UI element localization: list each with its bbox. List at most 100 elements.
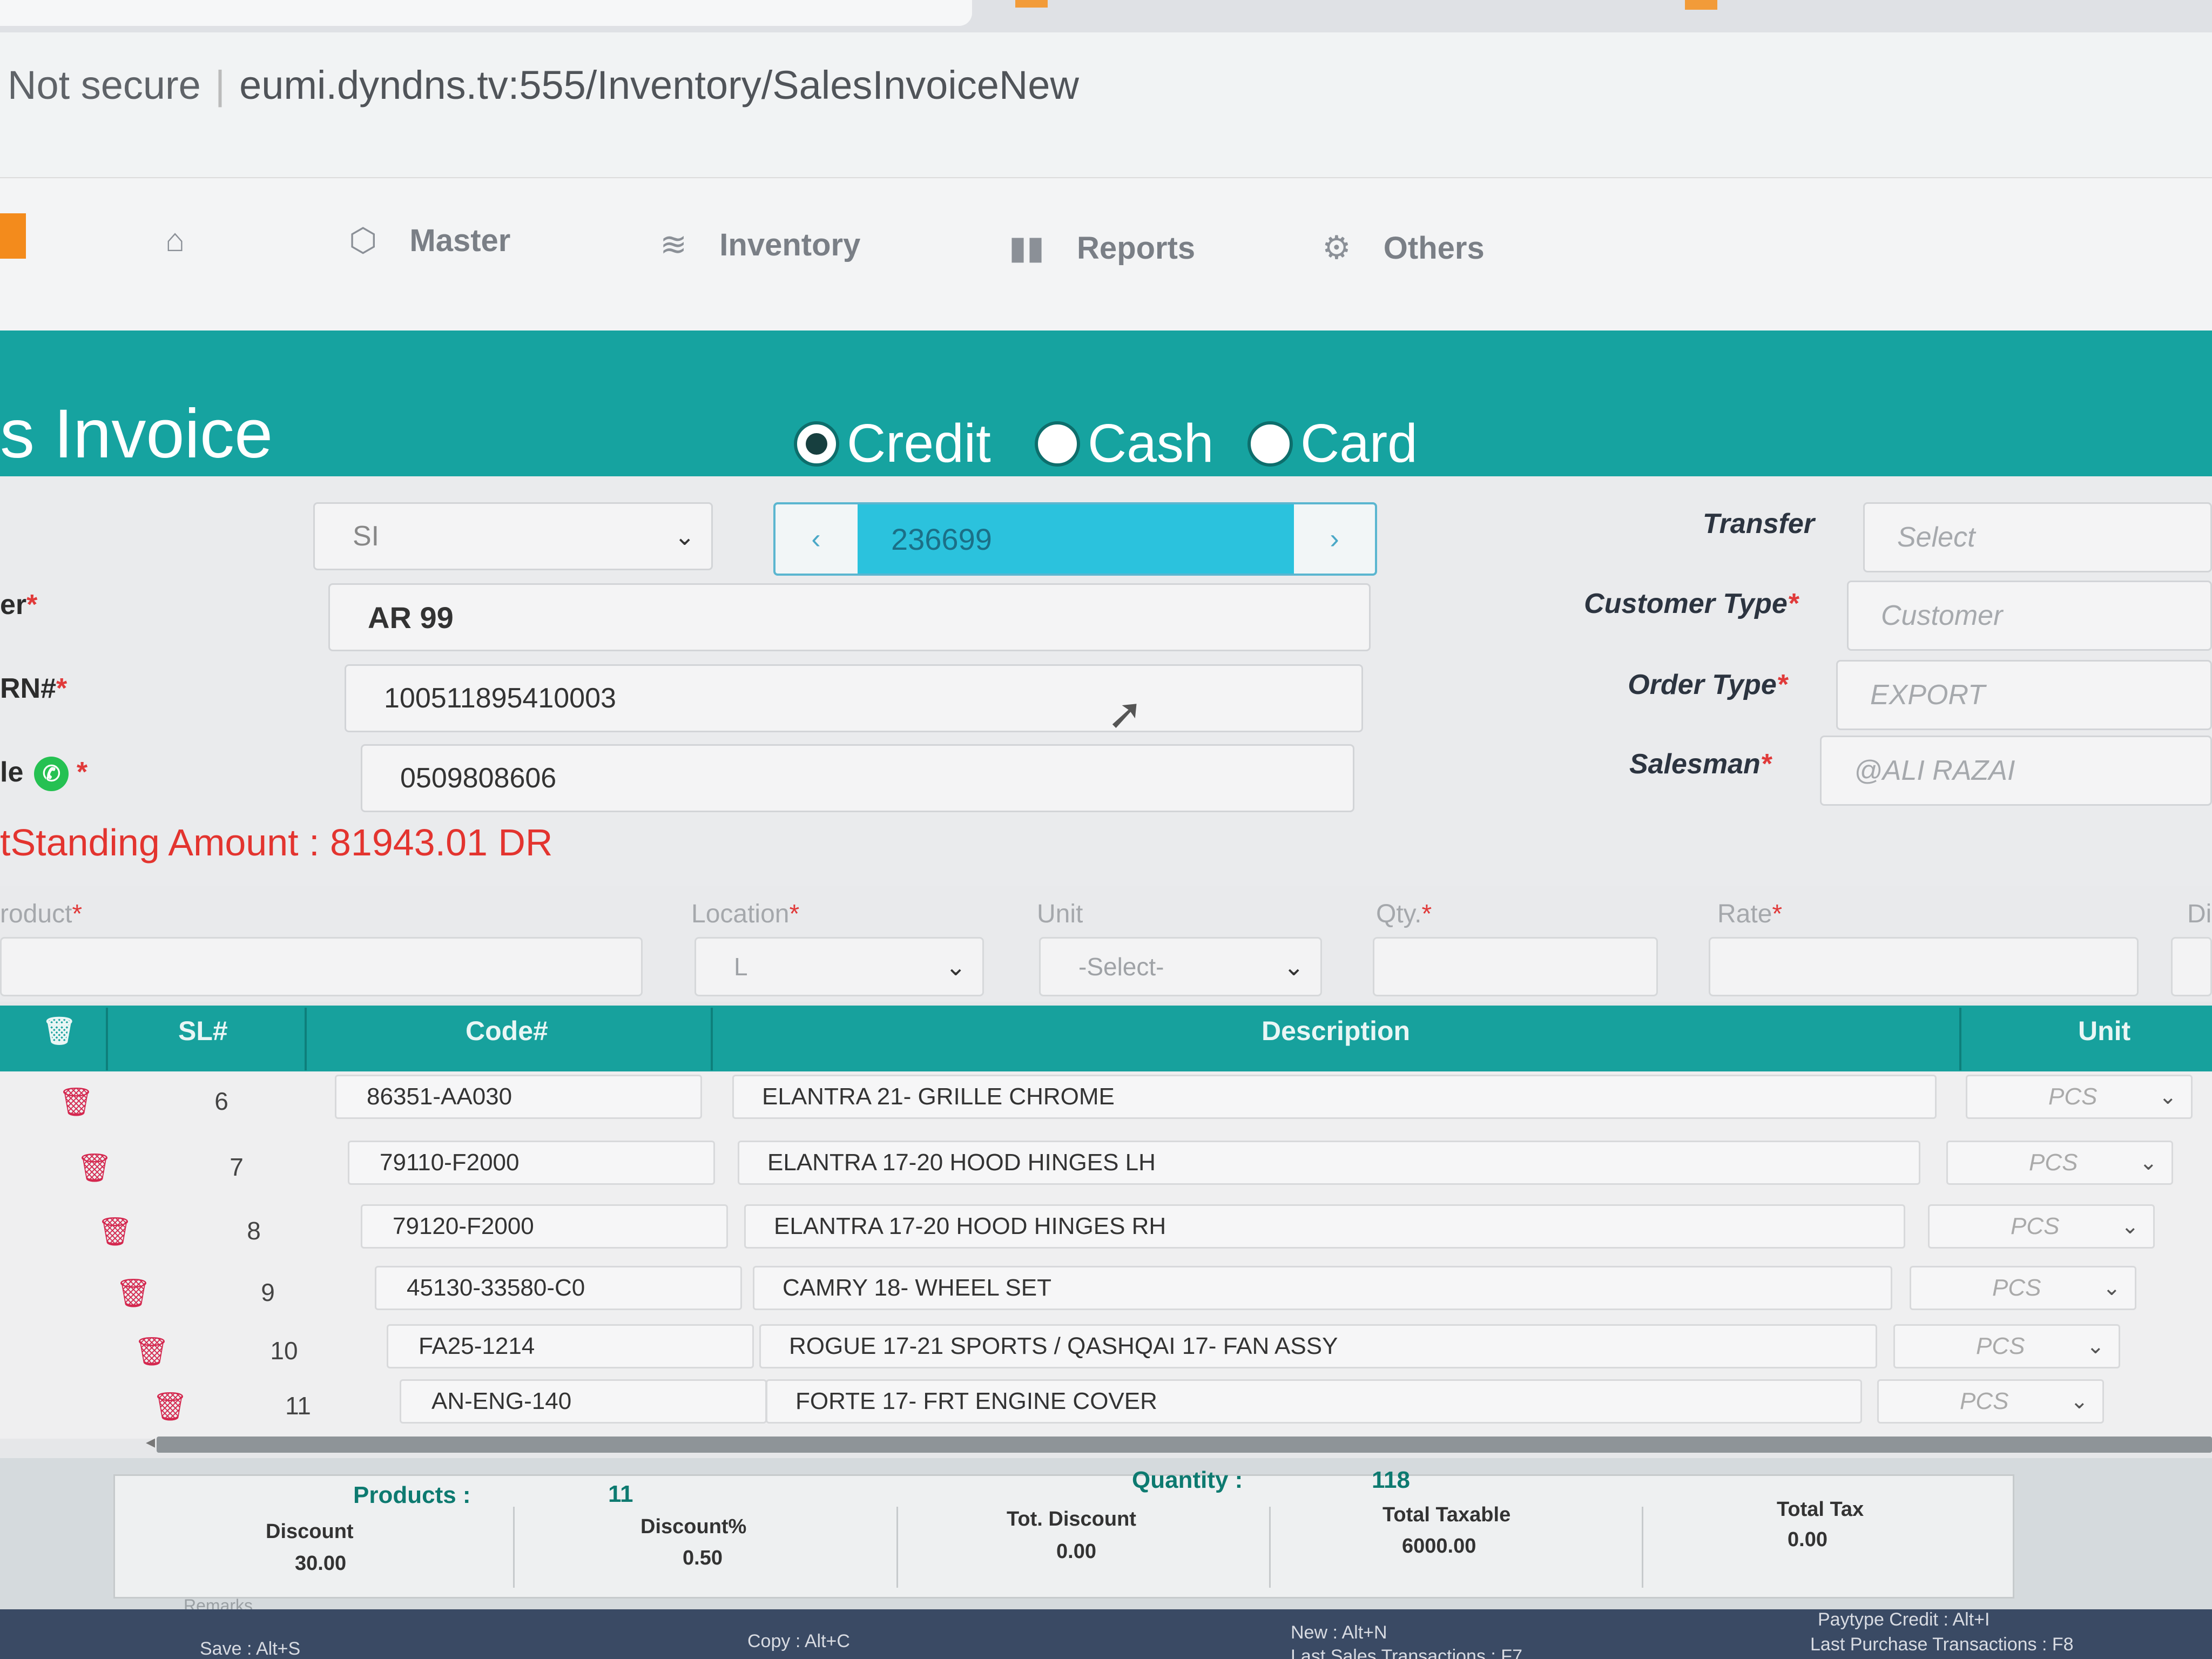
address-bar[interactable]: Not secure | eumi.dyndns.tv:555/Inventory/… — [8, 62, 1079, 108]
nav-master[interactable]: ⬡ Master — [349, 221, 510, 259]
table-row[interactable]: 🗑 9 45130-33580-C0 CAMRY 18- WHEEL SET P… — [0, 1264, 2212, 1323]
row-unit-select[interactable]: PCS ⌄ — [1893, 1324, 2120, 1368]
delete-row-icon[interactable]: 🗑 — [134, 1335, 170, 1368]
bar-chart-icon: ▮▮ — [1009, 230, 1045, 266]
security-indicator[interactable]: Not secure — [8, 63, 201, 107]
whatsapp-icon[interactable]: ✆ — [34, 757, 69, 792]
tab-favicon — [1015, 0, 1048, 8]
row-code-input[interactable]: AN-ENG-140 — [400, 1379, 767, 1424]
series-value: SI — [353, 521, 380, 552]
row-description-input[interactable]: ELANTRA 17-20 HOOD HINGES LH — [738, 1141, 1920, 1185]
salesman-select[interactable]: @ALI RAZAI — [1820, 736, 2212, 806]
qty-input[interactable] — [1373, 937, 1658, 996]
gear-icon: ⚙ — [1322, 230, 1351, 266]
table-row[interactable]: 🗑 6 86351-AA030 ELANTRA 21- GRILLE CHROM… — [0, 1073, 2212, 1132]
last-purchase-shortcut[interactable]: Last Purchase Transactions : F8 — [1810, 1634, 2074, 1655]
row-sl: 6 — [214, 1087, 228, 1115]
table-row[interactable]: 🗑 11 AN-ENG-140 FORTE 17- FRT ENGINE COV… — [0, 1377, 2212, 1437]
payment-credit-label: Credit — [847, 413, 991, 474]
payment-cash-label: Cash — [1088, 413, 1214, 474]
nav-reports[interactable]: ▮▮ Reports — [1009, 229, 1195, 267]
delete-row-icon[interactable]: 🗑 — [58, 1085, 94, 1118]
trn-label-text: RN# — [0, 673, 57, 704]
table-row[interactable]: 🗑 7 79110-F2000 ELANTRA 17-20 HOOD HINGE… — [0, 1138, 2212, 1198]
customer-type-label: Customer Type* — [1584, 588, 1798, 619]
column-divider — [305, 1008, 307, 1070]
browser-tab-active[interactable] — [0, 0, 972, 26]
mobile-field[interactable]: 0509808606 — [361, 744, 1354, 812]
nav-inventory[interactable]: ≋ Inventory — [660, 226, 860, 264]
invoice-number-input[interactable]: 236699 — [858, 504, 1294, 574]
customer-label: er* — [0, 589, 38, 621]
transfer-select[interactable]: Select — [1863, 502, 2212, 572]
row-unit-select[interactable]: PCS ⌄ — [1910, 1266, 2136, 1310]
discount-percent-value[interactable]: 0.50 — [683, 1547, 723, 1570]
summary-divider — [896, 1507, 898, 1588]
radio-unchecked-icon — [1035, 421, 1080, 467]
series-select[interactable]: SI ⌄ — [313, 502, 713, 570]
nav-others[interactable]: ⚙ Others — [1322, 229, 1485, 267]
order-type-label: Order Type* — [1628, 669, 1788, 700]
paytype-shortcut[interactable]: Paytype Credit : Alt+I — [1818, 1609, 1990, 1630]
chevron-down-icon: ⌄ — [674, 522, 695, 550]
delete-row-icon[interactable]: 🗑 — [152, 1390, 188, 1423]
row-description-input[interactable]: ELANTRA 21- GRILLE CHROME — [732, 1075, 1937, 1119]
location-label-text: Location — [691, 900, 790, 928]
grid-horizontal-scrollbar[interactable] — [157, 1437, 2212, 1453]
payment-credit-radio[interactable]: Credit — [794, 413, 991, 475]
trn-field[interactable]: 100511895410003 — [345, 664, 1363, 732]
row-unit-value: PCS — [1976, 1333, 2025, 1359]
row-unit-select[interactable]: PCS ⌄ — [1928, 1204, 2155, 1249]
product-input[interactable] — [0, 937, 643, 996]
payment-cash-radio[interactable]: Cash — [1035, 413, 1213, 475]
discount-percent-label: Discount% — [640, 1515, 747, 1538]
chevron-left-icon[interactable]: ‹ — [775, 504, 857, 574]
url-text[interactable]: eumi.dyndns.tv:555/Inventory/SalesInvoic… — [239, 63, 1079, 107]
row-description-input[interactable]: ROGUE 17-21 SPORTS / QASHQAI 17- FAN ASS… — [759, 1324, 1877, 1368]
invoice-number-stepper[interactable]: ‹ 236699 › — [773, 502, 1377, 576]
row-sl: 8 — [247, 1217, 261, 1245]
payment-card-radio[interactable]: Card — [1247, 413, 1418, 475]
last-sales-shortcut[interactable]: Last Sales Transactions : F7 — [1291, 1646, 1522, 1659]
copy-shortcut[interactable]: Copy : Alt+C — [747, 1631, 850, 1652]
col-header-sl: SL# — [178, 1016, 228, 1046]
discount-entry-input[interactable] — [2171, 937, 2212, 996]
chevron-down-icon: ⌄ — [2102, 1276, 2121, 1300]
total-taxable-value: 6000.00 — [1402, 1535, 1476, 1557]
delete-row-icon[interactable]: 🗑 — [116, 1277, 151, 1310]
row-code-input[interactable]: 86351-AA030 — [335, 1075, 702, 1119]
rate-input[interactable] — [1709, 937, 2139, 996]
unit-select[interactable]: -Select- ⌄ — [1039, 937, 1322, 996]
delete-row-icon[interactable]: 🗑 — [77, 1151, 112, 1184]
delete-row-icon[interactable]: 🗑 — [97, 1215, 133, 1248]
row-unit-select[interactable]: PCS ⌄ — [1966, 1075, 2193, 1119]
row-unit-value: PCS — [2048, 1083, 2098, 1110]
nav-home[interactable]: ⌂ — [165, 221, 185, 259]
delete-all-icon[interactable]: 🗑 — [42, 1015, 76, 1047]
discount-label: Discount — [266, 1520, 354, 1543]
new-shortcut[interactable]: New : Alt+N — [1291, 1622, 1387, 1643]
row-code-input[interactable]: 45130-33580-C0 — [375, 1266, 742, 1310]
customer-field[interactable]: AR 99 — [328, 583, 1371, 651]
scroll-left-arrow-icon[interactable]: ◂ — [146, 1431, 155, 1453]
tot-discount-value: 0.00 — [1056, 1540, 1096, 1563]
customer-type-label-text: Customer Type — [1584, 588, 1788, 619]
total-taxable-label: Total Taxable — [1382, 1503, 1511, 1526]
row-code-input[interactable]: FA25-1214 — [387, 1324, 754, 1368]
row-code-input[interactable]: 79110-F2000 — [348, 1141, 715, 1185]
chevron-right-icon[interactable]: › — [1294, 504, 1375, 574]
row-unit-select[interactable]: PCS ⌄ — [1946, 1141, 2173, 1185]
col-header-unit: Unit — [2078, 1016, 2131, 1046]
row-description-input[interactable]: CAMRY 18- WHEEL SET — [753, 1266, 1892, 1310]
row-description-input[interactable]: FORTE 17- FRT ENGINE COVER — [766, 1379, 1862, 1424]
table-row[interactable]: 🗑 8 79120-F2000 ELANTRA 17-20 HOOD HINGE… — [0, 1202, 2212, 1262]
discount-value[interactable]: 30.00 — [295, 1552, 346, 1575]
customer-type-select[interactable]: Customer — [1847, 581, 2212, 651]
row-code-input[interactable]: 79120-F2000 — [361, 1204, 728, 1249]
order-type-select[interactable]: EXPORT — [1836, 660, 2212, 730]
table-row[interactable]: 🗑 10 FA25-1214 ROGUE 17-21 SPORTS / QASH… — [0, 1322, 2212, 1381]
save-shortcut[interactable]: Save : Alt+S — [200, 1638, 300, 1659]
row-description-input[interactable]: ELANTRA 17-20 HOOD HINGES RH — [744, 1204, 1905, 1249]
row-unit-select[interactable]: PCS ⌄ — [1877, 1379, 2104, 1424]
location-select[interactable]: L ⌄ — [694, 937, 984, 996]
